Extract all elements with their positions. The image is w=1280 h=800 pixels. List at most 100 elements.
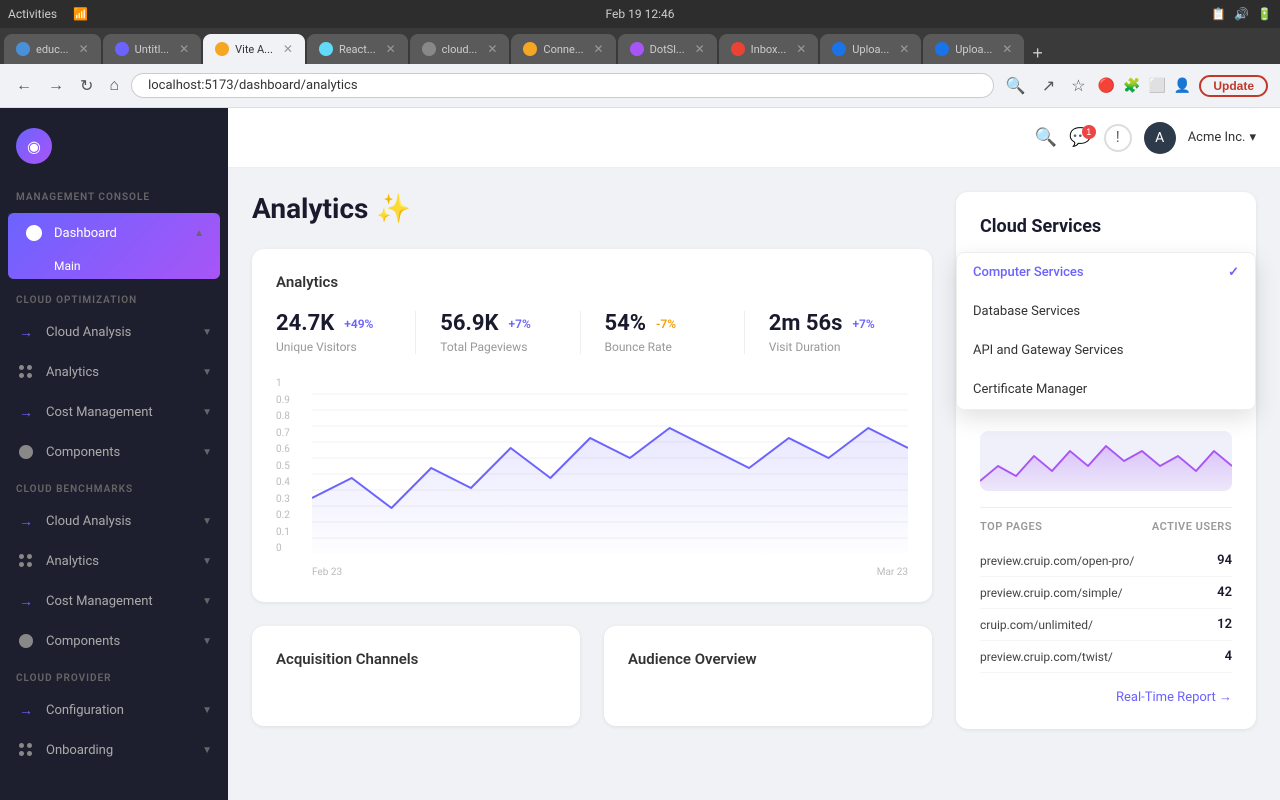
forward-button[interactable]: → <box>44 73 68 99</box>
onboarding-label: Onboarding <box>46 743 113 758</box>
section-label-management: MANAGEMENT CONSOLE <box>0 180 228 209</box>
url-bar[interactable]: localhost:5173/dashboard/analytics <box>131 73 994 98</box>
dropdown-item-database[interactable]: Database Services <box>957 292 1255 331</box>
cost-management-icon-1: → <box>16 402 36 422</box>
x-label-start: Feb 23 <box>312 567 342 578</box>
browser-tab-3[interactable]: React... ✕ <box>307 34 408 64</box>
new-tab-button[interactable]: + <box>1026 43 1049 64</box>
tab-close-4[interactable]: ✕ <box>487 42 497 56</box>
tab-close-0[interactable]: ✕ <box>79 42 89 56</box>
tab-icon-1 <box>115 42 129 56</box>
dropdown-item-computer[interactable]: Computer Services ✓ <box>957 253 1255 292</box>
company-selector[interactable]: Acme Inc. ▾ <box>1188 130 1256 145</box>
sidebar-item-analytics-2[interactable]: Analytics ▼ <box>0 541 228 581</box>
sidebar-item-analytics-1[interactable]: Analytics ▼ <box>0 352 228 392</box>
tab-label-9: Uploa... <box>955 43 992 56</box>
reload-button[interactable]: ↻ <box>76 72 97 100</box>
cost-management-icon-2: → <box>16 591 36 611</box>
visitors-label: Unique Visitors <box>276 340 391 354</box>
section-label-optimization: CLOUD OPTIMIZATION <box>0 283 228 312</box>
share-button[interactable]: ↗ <box>1038 72 1059 100</box>
sidebar-item-cloud-analysis-1[interactable]: → Cloud Analysis ▼ <box>0 312 228 352</box>
browser-tab-5[interactable]: Conne... ✕ <box>511 34 615 64</box>
browser-tab-7[interactable]: Inbox... ✕ <box>719 34 819 64</box>
header-search-button[interactable]: 🔍 <box>1035 127 1057 148</box>
panel-title: Cloud Services <box>980 216 1232 237</box>
sidebar-item-cloud-analysis-2[interactable]: → Cloud Analysis ▼ <box>0 501 228 541</box>
metric-unique-visitors: 24.7K +49% Unique Visitors <box>276 311 416 354</box>
tab-close-9[interactable]: ✕ <box>1002 42 1012 56</box>
dropdown-item-label-cert: Certificate Manager <box>973 382 1087 397</box>
tab-label-3: React... <box>339 43 376 56</box>
tab-icon-8 <box>832 42 846 56</box>
browser-tab-6[interactable]: DotSl... ✕ <box>618 34 717 64</box>
cloud-analysis-label-1: Cloud Analysis <box>46 325 131 340</box>
dropdown-item-api[interactable]: API and Gateway Services <box>957 331 1255 370</box>
bounce-change: -7% <box>652 316 680 332</box>
onboarding-icon <box>16 740 36 760</box>
visitors-value: 24.7K <box>276 311 334 336</box>
browser-tab-1[interactable]: Untitl... ✕ <box>103 34 202 64</box>
tab-label-4: cloud... <box>442 43 478 56</box>
header-info-button[interactable]: ! <box>1104 124 1132 152</box>
sidebar-subitem-main[interactable]: Main <box>8 253 220 279</box>
header-notification-button[interactable]: 💬 1 <box>1069 127 1091 148</box>
tab-close-3[interactable]: ✕ <box>386 42 396 56</box>
browser-tab-9[interactable]: Uploa... ✕ <box>923 34 1024 64</box>
browser-tab-2[interactable]: Vite A... ✕ <box>203 34 305 64</box>
realtime-link[interactable]: Real-Time Report → <box>980 689 1232 705</box>
sidebar-item-components-2[interactable]: Components ▼ <box>0 621 228 661</box>
url-text: localhost:5173/dashboard/analytics <box>148 78 358 93</box>
profile-icon[interactable]: 👤 <box>1174 78 1191 94</box>
tab-icon-9 <box>935 42 949 56</box>
page-url-0: preview.cruip.com/open-pro/ <box>980 554 1134 568</box>
tab-close-1[interactable]: ✕ <box>179 42 189 56</box>
tab-close-2[interactable]: ✕ <box>283 42 293 56</box>
tab-icon-0 <box>16 42 30 56</box>
analytics-card-title: Analytics <box>276 273 908 291</box>
acquisition-title: Acquisition Channels <box>276 650 556 668</box>
extension-icon-2[interactable]: 🧩 <box>1123 78 1140 94</box>
page-title-text: Analytics <box>252 192 368 225</box>
x-label-end: Mar 23 <box>877 567 908 578</box>
sidebar-item-onboarding[interactable]: Onboarding ▼ <box>0 730 228 770</box>
audience-overview-card: Audience Overview <box>604 626 932 726</box>
tab-label-6: DotSl... <box>650 43 685 56</box>
tab-close-5[interactable]: ✕ <box>594 42 604 56</box>
dashboard-active-container: Dashboard ▲ Main <box>8 213 220 279</box>
cost-management-chevron-1: ▼ <box>202 407 212 418</box>
sidebar-item-components-1[interactable]: Components ▼ <box>0 432 228 472</box>
dropdown-item-cert[interactable]: Certificate Manager <box>957 370 1255 409</box>
sidebar-logo: ◉ <box>0 108 228 180</box>
metric-value-pageviews: 56.9K +7% <box>440 311 555 336</box>
dropdown-item-label-api: API and Gateway Services <box>973 343 1123 358</box>
sidebar-item-cost-management-2[interactable]: → Cost Management ▼ <box>0 581 228 621</box>
browser-tab-8[interactable]: Uploa... ✕ <box>820 34 921 64</box>
page-url-2: cruip.com/unlimited/ <box>980 618 1093 632</box>
sidebar-item-cost-management-1[interactable]: → Cost Management ▼ <box>0 392 228 432</box>
browser-tab-4[interactable]: cloud... ✕ <box>410 34 510 64</box>
tab-close-6[interactable]: ✕ <box>695 42 705 56</box>
top-page-row-2: cruip.com/unlimited/ 12 <box>980 609 1232 641</box>
page-count-0: 94 <box>1217 553 1232 568</box>
extension-icon-1[interactable]: 🔴 <box>1098 78 1115 94</box>
home-button[interactable]: ⌂ <box>105 73 123 99</box>
browser-tab-0[interactable]: educ... ✕ <box>4 34 101 64</box>
sidebar-item-configuration[interactable]: → Configuration ▼ <box>0 690 228 730</box>
update-button[interactable]: Update <box>1199 75 1268 97</box>
tab-close-7[interactable]: ✕ <box>796 42 806 56</box>
duration-change: +7% <box>848 316 878 332</box>
bookmark-button[interactable]: ☆ <box>1067 72 1089 100</box>
sidebar-item-dashboard[interactable]: Dashboard ▲ <box>8 213 220 253</box>
tab-close-8[interactable]: ✕ <box>899 42 909 56</box>
search-address-button[interactable]: 🔍 <box>1002 72 1030 100</box>
chart-canvas <box>312 378 908 554</box>
tab-icon-7 <box>731 42 745 56</box>
cloud-analysis-label-2: Cloud Analysis <box>46 514 131 529</box>
back-button[interactable]: ← <box>12 73 36 99</box>
active-users-label: ACTIVE USERS <box>1152 520 1232 533</box>
audience-title: Audience Overview <box>628 650 908 668</box>
dropdown-item-label-database: Database Services <box>973 304 1080 319</box>
extension-icon-3[interactable]: ⬜ <box>1148 78 1165 94</box>
page-title: Analytics ✨ <box>252 192 932 225</box>
